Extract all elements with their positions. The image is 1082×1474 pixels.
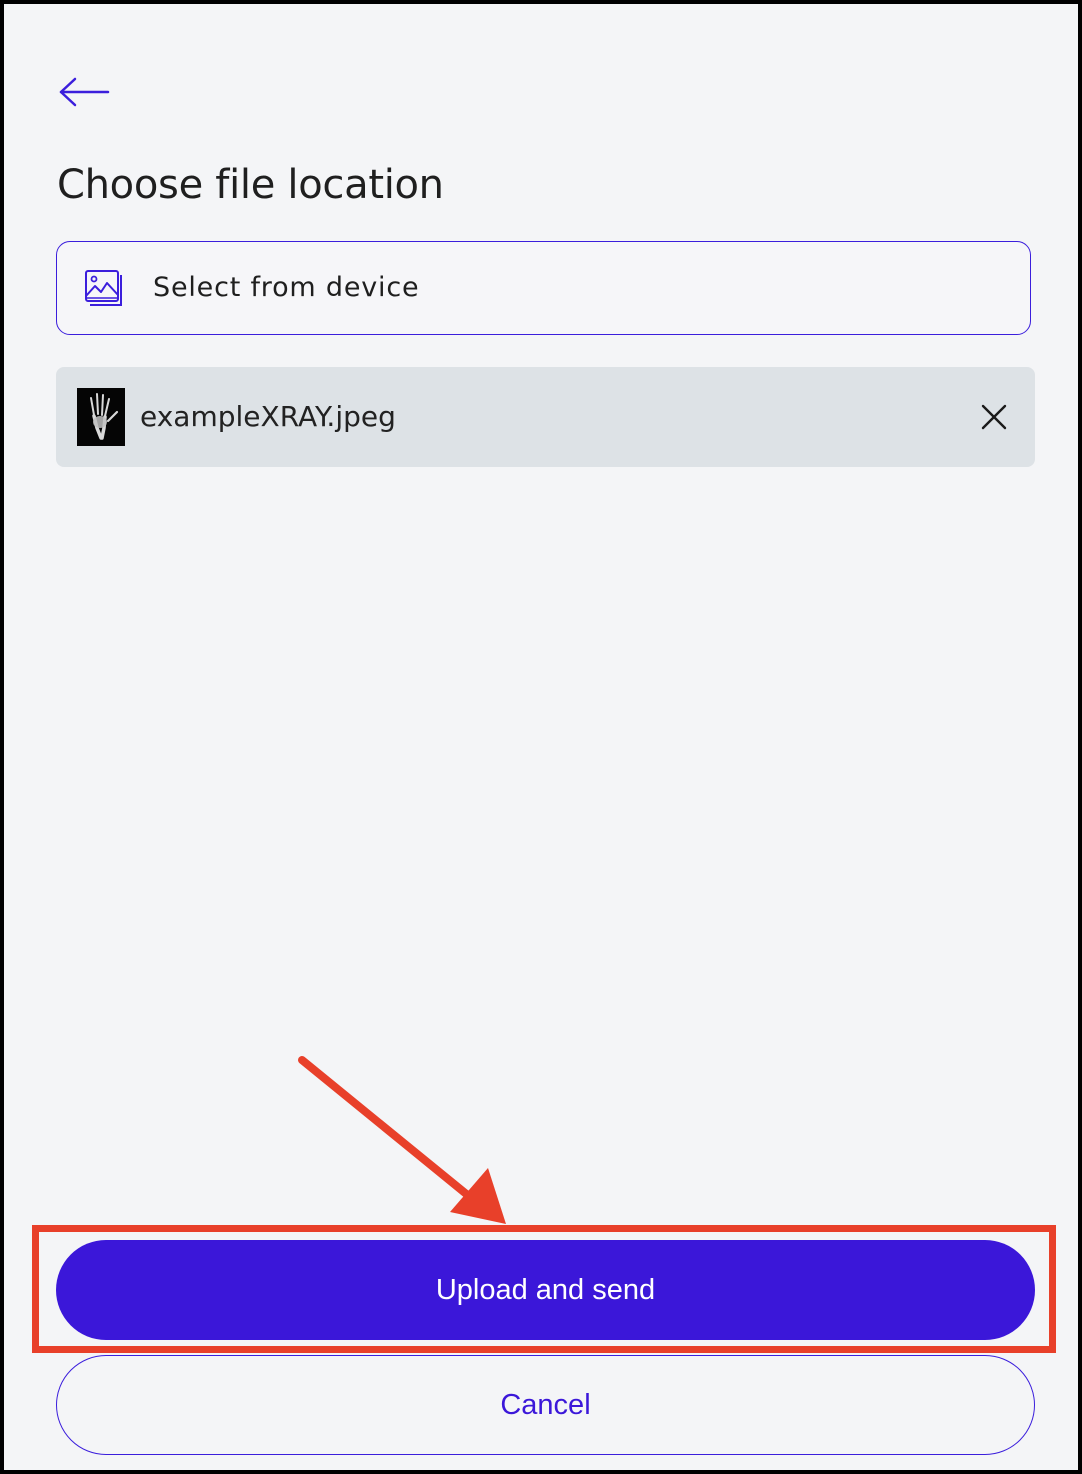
file-name: exampleXRAY.jpeg [140,400,396,433]
image-gallery-icon [85,270,122,306]
xray-thumbnail [77,388,125,446]
close-icon [981,404,1007,430]
attached-file-row: exampleXRAY.jpeg [56,367,1035,467]
back-button[interactable] [54,70,114,114]
page-title: Choose file location [57,162,444,208]
upload-screen: Choose file location Select from device [4,4,1078,1470]
remove-file-button[interactable] [972,395,1016,439]
annotation-highlight-box [32,1225,1056,1353]
select-from-device-button[interactable]: Select from device [56,241,1031,335]
arrow-left-icon [59,77,110,107]
cancel-button[interactable]: Cancel [56,1355,1035,1455]
select-from-device-label: Select from device [153,272,420,303]
